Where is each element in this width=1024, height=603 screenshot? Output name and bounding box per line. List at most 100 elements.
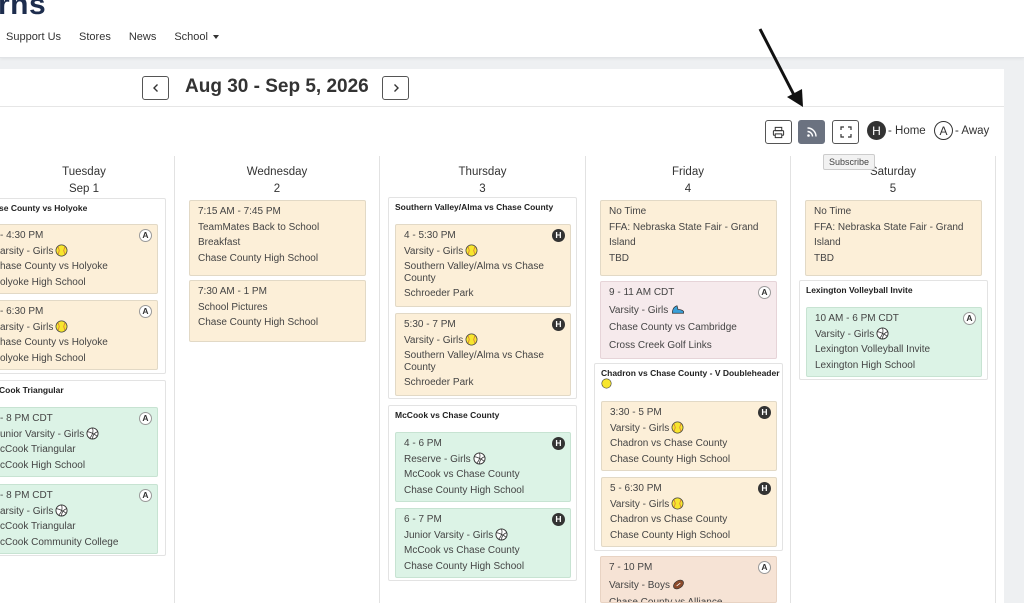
event-level: unior Varsity - Girls [0, 428, 85, 440]
event-level: arsity - Girls [0, 321, 54, 333]
home-badge: H [552, 437, 565, 450]
day-date: Sep 1 [68, 183, 100, 195]
day-column-saturday: Saturday 5 No Time FFA: Nebraska State Fa… [790, 156, 996, 603]
chevron-down-icon [212, 35, 219, 40]
event-time: 5 - 6:30 PM [610, 483, 662, 494]
print-button[interactable] [765, 120, 792, 144]
annotation-arrow-icon [758, 28, 803, 107]
event-group[interactable]: Lexington Volleyball Invite A 10 AM - 6 … [799, 280, 988, 380]
event-group-title-text: Chadron vs Chase County - V Doubleheader [601, 368, 780, 378]
event-card[interactable]: A 10 AM - 6 PM CDT Varsity - Girls Lexin… [806, 307, 982, 377]
event-card[interactable]: H 3:30 - 5 PM Varsity - Girls Chadron vs… [601, 401, 777, 471]
event-title: School Pictures [198, 301, 268, 313]
event-group[interactable]: se County vs Holyoke A - 4:30 PM arsity … [0, 198, 166, 374]
next-week-button[interactable] [382, 76, 409, 100]
event-matchup: Chase County vs Cambridge [609, 322, 737, 333]
event-time: No Time [814, 206, 852, 217]
event-card[interactable]: A - 4:30 PM arsity - Girls hase County v… [0, 224, 158, 294]
event-card[interactable]: 7:15 AM - 7:45 PM TeamMates Back to Scho… [189, 200, 366, 276]
day-date: 4 [684, 183, 692, 195]
event-group-title: Cook Triangular [0, 385, 64, 395]
week-range-title: Aug 30 - Sep 5, 2026 [185, 76, 369, 97]
day-date: 3 [479, 183, 486, 195]
nav-school[interactable]: School [174, 31, 219, 43]
away-badge-icon: A [934, 121, 953, 140]
event-card[interactable]: A - 6:30 PM arsity - Girls hase County v… [0, 300, 158, 370]
event-card[interactable]: H 5:30 - 7 PM Varsity - Girls Southern V… [395, 313, 571, 396]
day-date: 2 [273, 183, 281, 195]
event-group[interactable]: McCook vs Chase County H 4 - 6 PM Reserv… [388, 405, 577, 581]
event-matchup: cCook Triangular [0, 444, 76, 455]
fullscreen-button[interactable] [832, 120, 859, 144]
day-column-tuesday: Tuesday Sep 1 se County vs Holyoke A - 4:… [0, 156, 170, 603]
prev-week-button[interactable] [142, 76, 169, 100]
softball-icon [671, 497, 684, 510]
day-name: Tuesday [62, 166, 106, 178]
event-time: 7:30 AM - 1 PM [198, 286, 267, 297]
event-card[interactable]: 7:30 AM - 1 PM School Pictures Chase Cou… [189, 280, 366, 342]
event-card[interactable]: H 6 - 7 PM Junior Varsity - Girls McCook… [395, 508, 571, 578]
event-card[interactable]: No Time FFA: Nebraska State Fair - Grand… [805, 200, 982, 276]
away-badge: A [139, 489, 152, 502]
volleyball-icon [86, 427, 99, 440]
away-badge: A [139, 305, 152, 318]
event-group[interactable]: Cook Triangular A - 8 PM CDT unior Varsi… [0, 380, 166, 556]
day-date: 5 [889, 183, 897, 195]
event-card[interactable]: No Time FFA: Nebraska State Fair - Grand… [600, 200, 777, 276]
day-name: Thursday [458, 166, 507, 178]
event-card[interactable]: A - 8 PM CDT arsity - Girls cCook Triang… [0, 484, 158, 554]
home-legend: H - Home [867, 121, 926, 140]
away-badge: A [139, 412, 152, 425]
event-venue: Cross Creek Golf Links [609, 339, 712, 351]
event-matchup: McCook vs Chase County [404, 545, 520, 556]
event-card[interactable]: A - 8 PM CDT unior Varsity - Girls cCook… [0, 407, 158, 477]
event-matchup: hase County vs Holyoke [0, 261, 108, 272]
event-venue: cCook Community College [0, 536, 119, 548]
event-matchup: Lexington Volleyball Invite [815, 344, 931, 355]
away-legend-label: - Away [955, 124, 990, 137]
nav-news[interactable]: News [129, 31, 157, 43]
home-badge: H [552, 229, 565, 242]
day-column-friday: Friday 4 No Time FFA: Nebraska State Fair… [585, 156, 790, 603]
event-group[interactable]: Southern Valley/Alma vs Chase County H 4… [388, 197, 577, 399]
event-card[interactable]: H 4 - 5:30 PM Varsity - Girls Southern V… [395, 224, 571, 307]
event-title: FFA: Nebraska State Fair - Grand Island [609, 221, 759, 249]
site-brand[interactable]: rns [0, 0, 46, 22]
event-venue: Chase County High School [198, 317, 319, 328]
subscribe-button[interactable] [798, 120, 825, 144]
volleyball-icon [495, 528, 508, 541]
volleyball-icon [55, 504, 68, 517]
day-header: Wednesday 2 [175, 164, 379, 198]
event-time: 9 - 11 AM CDT [609, 287, 675, 298]
event-level: Varsity - Girls [815, 328, 875, 340]
main-nav: Support Us Stores News School [6, 31, 219, 43]
event-level: arsity - Girls [0, 505, 54, 517]
event-time: 7:15 AM - 7:45 PM [198, 206, 281, 217]
event-venue: Schroeder Park [404, 288, 474, 299]
event-time: No Time [609, 206, 647, 217]
nav-stores[interactable]: Stores [79, 31, 111, 43]
event-venue: olyoke High School [0, 276, 86, 288]
chevron-left-icon [152, 84, 158, 92]
event-time: - 6:30 PM [0, 306, 44, 317]
nav-support-us[interactable]: Support Us [6, 31, 61, 43]
day-name: Friday [672, 166, 704, 178]
event-card[interactable]: H 5 - 6:30 PM Varsity - Girls Chadron vs… [601, 477, 777, 547]
event-card[interactable]: A 9 - 11 AM CDT Varsity - Girls Chase Co… [600, 281, 777, 359]
event-time: - 8 PM CDT [0, 413, 53, 424]
event-group[interactable]: Chadron vs Chase County - V Doubleheader… [594, 363, 783, 551]
event-time: 6 - 7 PM [404, 514, 442, 525]
event-group-title: Lexington Volleyball Invite [806, 285, 913, 295]
home-badge: H [758, 406, 771, 419]
softball-icon [465, 333, 478, 346]
event-time: 3:30 - 5 PM [610, 407, 662, 418]
event-card[interactable]: H 4 - 6 PM Reserve - Girls McCook vs Cha… [395, 432, 571, 502]
event-venue: olyoke High School [0, 352, 86, 364]
event-title: FFA: Nebraska State Fair - Grand Island [814, 221, 964, 249]
event-card[interactable]: A 7 - 10 PM Varsity - Boys Chase County … [600, 556, 777, 603]
home-badge: H [552, 513, 565, 526]
day-header: Saturday 5 [791, 164, 995, 198]
day-header: Friday 4 [586, 164, 790, 198]
softball-icon [671, 421, 684, 434]
week-navigation: Aug 30 - Sep 5, 2026 [0, 69, 1004, 107]
